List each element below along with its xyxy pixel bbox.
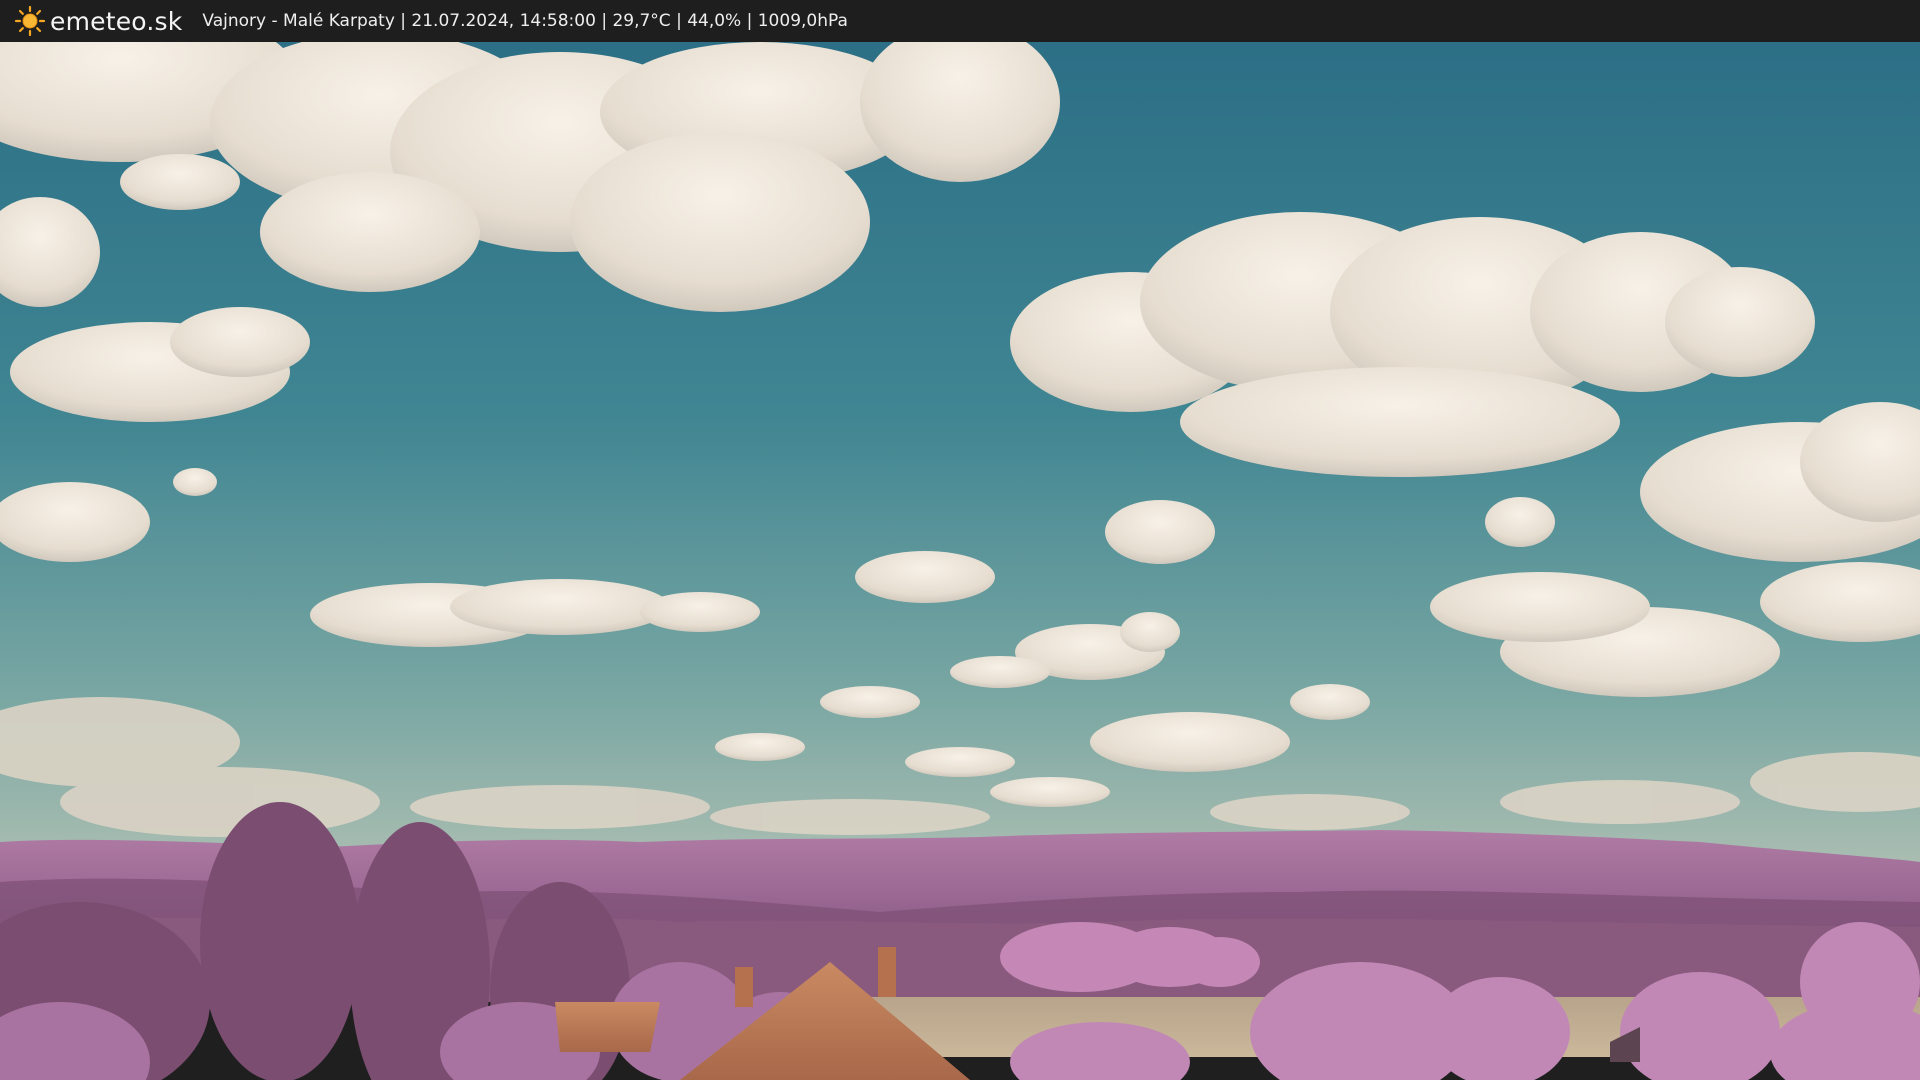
webcam-frame: emeteo.sk Vajnory - Malé Karpaty | 21.07… <box>0 0 1920 1080</box>
station-caption: Vajnory - Malé Karpaty | 21.07.2024, 14:… <box>202 11 848 31</box>
chimney-right <box>878 947 896 997</box>
brand-name: emeteo.sk <box>50 6 183 36</box>
roof-left <box>555 1002 660 1052</box>
brand-logo[interactable]: emeteo.sk <box>14 0 182 42</box>
chimney-left <box>735 967 753 1007</box>
header-bar: emeteo.sk Vajnory - Malé Karpaty | 21.07… <box>0 0 1920 42</box>
sun-icon <box>14 5 46 37</box>
webcam-image <box>0 42 1920 1080</box>
